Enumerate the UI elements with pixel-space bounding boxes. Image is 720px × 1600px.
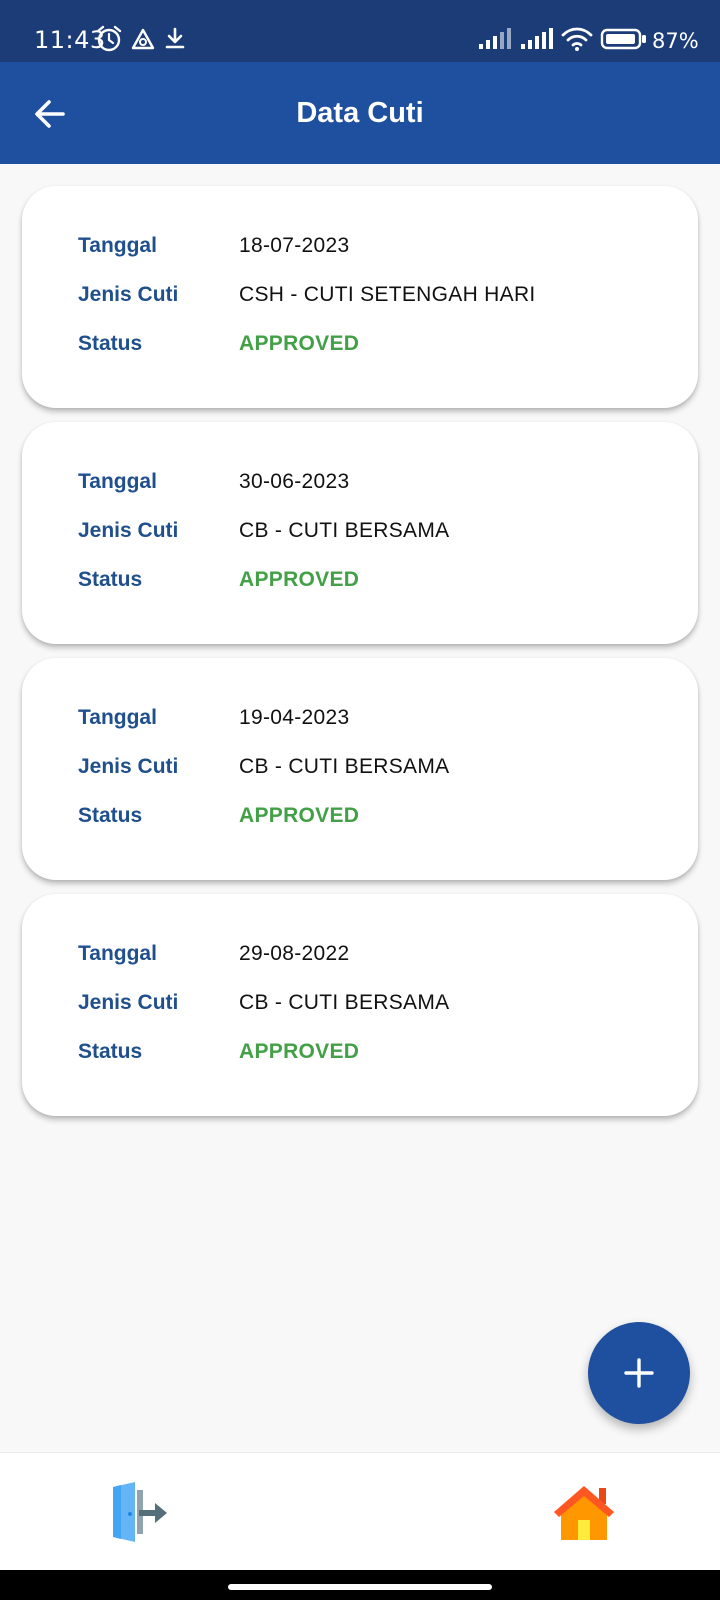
date-label: Tanggal (78, 706, 157, 729)
signal-icon (521, 28, 553, 49)
system-nav-bar (0, 1570, 720, 1600)
home-icon (554, 1486, 614, 1540)
signal-icon (479, 28, 511, 49)
leave-type-label: Jenis Cuti (78, 283, 179, 306)
battery-icon (600, 28, 646, 50)
date-label: Tanggal (78, 470, 157, 493)
bottom-nav (0, 1452, 720, 1571)
leave-record-card[interactable]: Tanggal 30-06-2023 Jenis Cuti CB - CUTI … (22, 422, 698, 644)
logout-button[interactable] (96, 1473, 176, 1553)
leave-type-row: Jenis Cuti CB - CUTI BERSAMA (78, 983, 678, 1023)
date-value: 30-06-2023 (239, 470, 350, 493)
leave-type-label: Jenis Cuti (78, 755, 179, 778)
status-label: Status (78, 1040, 143, 1063)
status-row: Status APPROVED (78, 324, 678, 364)
leave-type-value: CB - CUTI BERSAMA (239, 991, 450, 1014)
wifi-icon (561, 27, 593, 51)
leave-type-row: Jenis Cuti CB - CUTI BERSAMA (78, 511, 678, 551)
status-label: Status (78, 332, 143, 355)
status-row: Status APPROVED (78, 796, 678, 836)
date-row: Tanggal 18-07-2023 (78, 226, 678, 266)
date-value: 19-04-2023 (239, 706, 350, 729)
leave-type-label: Jenis Cuti (78, 519, 179, 542)
status-value: APPROVED (239, 332, 360, 355)
battery-percent: 87% (652, 29, 699, 53)
leave-type-value: CB - CUTI BERSAMA (239, 519, 450, 542)
date-value: 29-08-2022 (239, 942, 350, 965)
leave-type-row: Jenis Cuti CB - CUTI BERSAMA (78, 747, 678, 787)
date-row: Tanggal 29-08-2022 (78, 934, 678, 974)
status-label: Status (78, 804, 143, 827)
home-indicator[interactable] (228, 1584, 492, 1590)
leave-type-row: Jenis Cuti CSH - CUTI SETENGAH HARI (78, 275, 678, 315)
add-leave-button[interactable] (588, 1322, 690, 1424)
download-icon (165, 27, 185, 49)
alarm-icon (96, 25, 122, 52)
date-row: Tanggal 30-06-2023 (78, 462, 678, 502)
leave-type-value: CB - CUTI BERSAMA (239, 755, 450, 778)
leave-type-value: CSH - CUTI SETENGAH HARI (239, 283, 536, 306)
leave-record-card[interactable]: Tanggal 19-04-2023 Jenis Cuti CB - CUTI … (22, 658, 698, 880)
leave-record-card[interactable]: Tanggal 18-07-2023 Jenis Cuti CSH - CUTI… (22, 186, 698, 408)
leave-record-card[interactable]: Tanggal 29-08-2022 Jenis Cuti CB - CUTI … (22, 894, 698, 1116)
date-row: Tanggal 19-04-2023 (78, 698, 678, 738)
plus-icon (624, 1358, 654, 1388)
leave-type-label: Jenis Cuti (78, 991, 179, 1014)
leave-record-list: Tanggal 18-07-2023 Jenis Cuti CSH - CUTI… (22, 186, 698, 1130)
app-bar: Data Cuti (0, 62, 720, 164)
arrow-left-icon (35, 100, 65, 128)
status-row: Status APPROVED (78, 560, 678, 600)
date-label: Tanggal (78, 942, 157, 965)
status-row: Status APPROVED (78, 1032, 678, 1072)
logout-icon (113, 1482, 167, 1542)
date-label: Tanggal (78, 234, 157, 257)
date-value: 18-07-2023 (239, 234, 350, 257)
status-value: APPROVED (239, 1040, 360, 1063)
page-title: Data Cuti (296, 97, 424, 129)
status-label: Status (78, 568, 143, 591)
back-button[interactable] (22, 86, 78, 142)
hotspot-icon (131, 28, 155, 50)
status-value: APPROVED (239, 804, 360, 827)
home-button[interactable] (544, 1473, 624, 1553)
status-value: APPROVED (239, 568, 360, 591)
status-bar: 11:43 87% (0, 0, 720, 62)
